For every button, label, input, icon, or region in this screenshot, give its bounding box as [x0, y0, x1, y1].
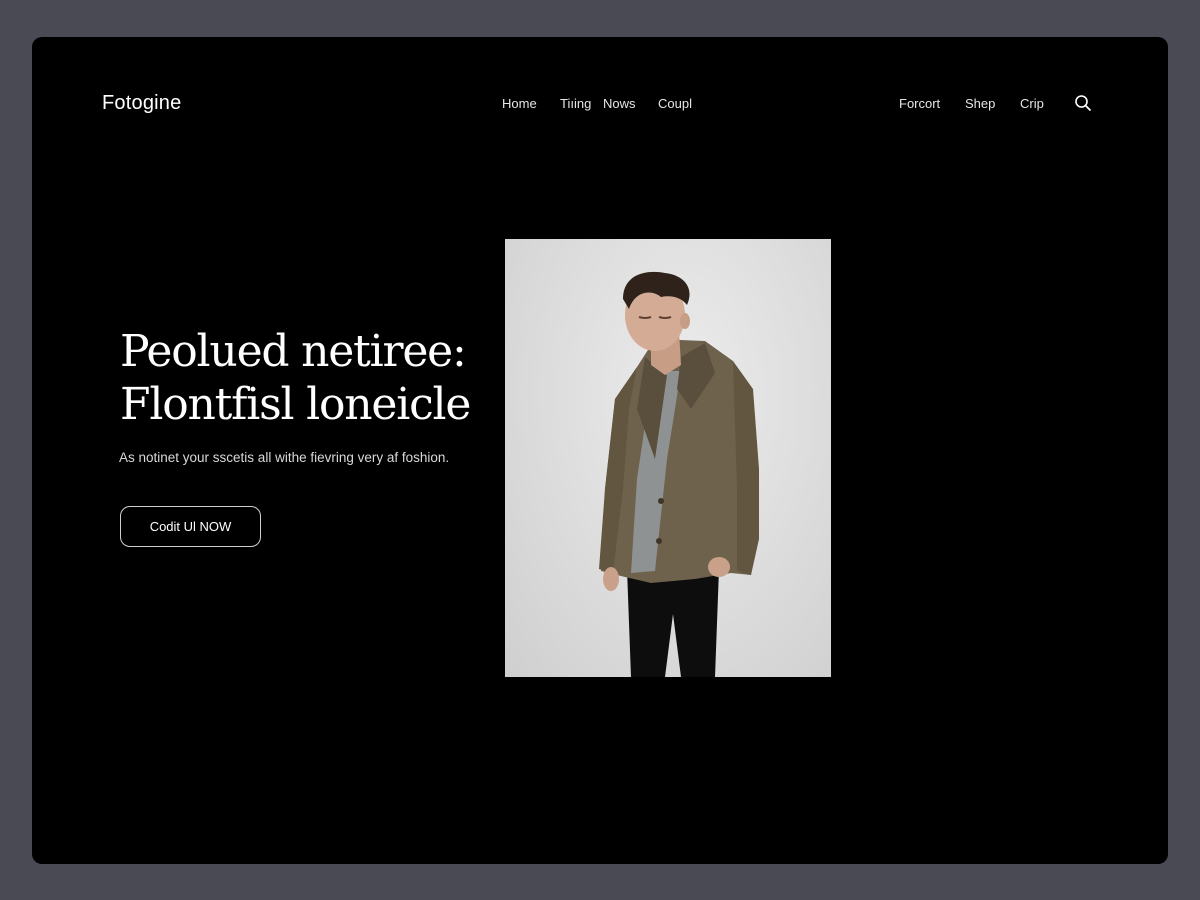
nav-link-forcort[interactable]: Forcort	[899, 96, 940, 111]
search-icon	[1075, 95, 1091, 111]
search-button[interactable]	[1074, 94, 1092, 112]
nav-link-shep[interactable]: Shep	[965, 96, 995, 111]
app-window: Fotogine Home Tiıing Nows Coupl Forcort …	[32, 37, 1168, 864]
model-figure-illustration	[599, 271, 759, 677]
hero-subtitle: As notinet your sscetis all withe fievri…	[119, 450, 450, 465]
nav-link-home[interactable]: Home	[502, 96, 537, 111]
hero-title-line-1: Peolued netiree:	[120, 326, 467, 377]
hero-photo	[505, 239, 831, 677]
cta-button[interactable]: Codit Ul NOW	[120, 506, 261, 547]
brand-logo[interactable]: Fotogine	[102, 92, 181, 115]
hero-title: Peolued netiree: Flontfisl loneicle	[120, 325, 471, 431]
nav-link-coupl[interactable]: Coupl	[658, 96, 692, 111]
nav-link-tiing[interactable]: Tiıing	[560, 96, 591, 111]
hero-title-line-2: Flontfisl loneicle	[120, 379, 471, 430]
nav-link-crip[interactable]: Crip	[1020, 96, 1044, 111]
nav-link-nows[interactable]: Nows	[603, 96, 636, 111]
